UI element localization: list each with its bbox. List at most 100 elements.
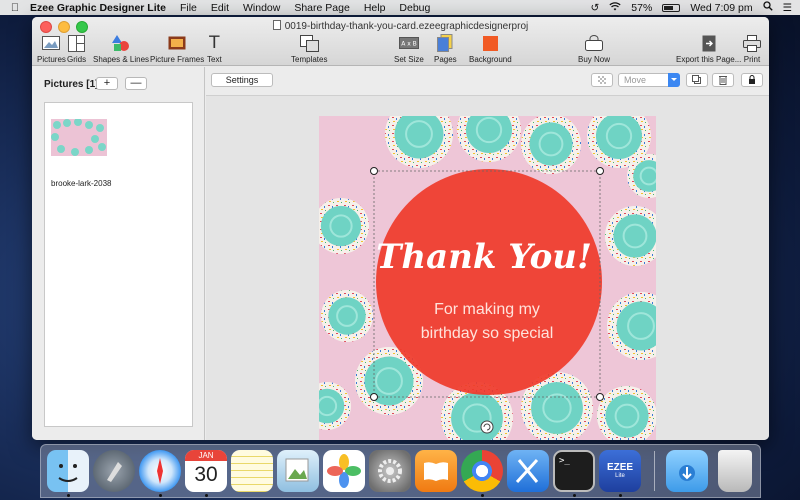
- calendar-month: JAN: [185, 450, 227, 461]
- text-label: Text: [207, 55, 222, 64]
- document-title: 0019-birthday-thank-you-card.ezeegraphic…: [32, 20, 769, 32]
- grids-tool[interactable]: Grids: [67, 33, 86, 64]
- templates-label: Templates: [291, 55, 328, 64]
- pages-icon: [437, 33, 453, 53]
- templates-tool[interactable]: Templates: [291, 33, 327, 64]
- canvas-toolbar: Settings Move: [206, 67, 769, 96]
- picture-thumbnail-label: brooke-lark-2038: [51, 179, 112, 188]
- calendar-icon[interactable]: JAN 30: [185, 450, 227, 492]
- settings-button[interactable]: Settings: [211, 73, 273, 87]
- set-size-tool[interactable]: A x B Set Size: [394, 33, 424, 64]
- tool-mode-select[interactable]: Move: [618, 73, 680, 87]
- duplicate-button[interactable]: [686, 73, 708, 87]
- add-picture-button[interactable]: +: [96, 77, 118, 90]
- menu-bar:  Ezee Graphic Designer Lite File Edit W…: [0, 0, 800, 15]
- menu-window[interactable]: Window: [243, 2, 280, 14]
- resize-handle-bottom-left: [370, 393, 378, 401]
- print-label: Print: [743, 55, 761, 64]
- lock-button[interactable]: [741, 73, 763, 87]
- ezee-app-icon[interactable]: EZEE Lite: [599, 450, 641, 492]
- photos-icon[interactable]: [323, 450, 365, 492]
- tool-mode-value: Move: [624, 75, 647, 85]
- shapes-tool[interactable]: Shapes & Lines: [93, 33, 149, 64]
- card-line-2: birthday so special: [421, 325, 554, 342]
- buy-now-tool[interactable]: Buy Now: [578, 33, 610, 64]
- running-indicator: [573, 494, 576, 497]
- delete-button[interactable]: [712, 73, 734, 87]
- dock: JAN 30 >_ EZEE Lite: [40, 444, 761, 498]
- finder-icon[interactable]: [47, 450, 89, 492]
- cupcake-frosting: [529, 122, 573, 166]
- cupcake-frosting: [605, 394, 649, 438]
- picture-list: brooke-lark-2038: [44, 102, 193, 427]
- clock[interactable]: Wed 7:09 pm: [690, 2, 752, 14]
- battery-icon[interactable]: [662, 3, 681, 12]
- safari-icon[interactable]: [139, 450, 181, 492]
- card-heading: Thank You!: [376, 237, 592, 277]
- battery-percent[interactable]: 57%: [631, 2, 652, 14]
- calendar-day: 30: [194, 463, 218, 486]
- trash-icon[interactable]: [718, 450, 752, 492]
- export-label: Export this Page...: [676, 55, 742, 64]
- wifi-icon[interactable]: [609, 1, 621, 14]
- background-tool[interactable]: Background: [469, 33, 512, 64]
- menu-edit[interactable]: Edit: [211, 2, 229, 14]
- ezee-app-sublabel: Lite: [615, 473, 625, 479]
- apple-menu-icon[interactable]: : [0, 2, 30, 14]
- transparency-button[interactable]: [591, 73, 613, 87]
- shopping-bag-icon: [585, 33, 603, 53]
- pictures-tool[interactable]: Pictures: [37, 33, 66, 64]
- xcode-icon[interactable]: [507, 450, 549, 492]
- grids-icon: [68, 33, 86, 53]
- export-icon: [702, 33, 716, 53]
- launchpad-icon[interactable]: [93, 450, 135, 492]
- ibooks-icon[interactable]: [415, 450, 457, 492]
- menu-share-page[interactable]: Share Page: [294, 2, 349, 14]
- notification-center-icon[interactable]: ☰: [783, 2, 792, 14]
- document-title-text: 0019-birthday-thank-you-card.ezeegraphic…: [284, 21, 529, 32]
- terminal-icon[interactable]: >_: [553, 450, 595, 492]
- cupcake-frosting: [531, 382, 583, 434]
- preview-icon[interactable]: [277, 450, 319, 492]
- menu-app-name[interactable]: Ezee Graphic Designer Lite: [30, 2, 166, 14]
- downloads-folder-icon[interactable]: [666, 450, 708, 492]
- card-line-1: For making my: [434, 301, 540, 318]
- print-tool[interactable]: Print: [743, 33, 761, 64]
- picture-frames-icon: [168, 33, 186, 53]
- time-machine-icon[interactable]: ↺: [590, 2, 599, 14]
- picture-frames-tool[interactable]: Picture Frames: [150, 33, 204, 64]
- card-artwork[interactable]: Thank You! For making my birthday so spe…: [319, 116, 656, 440]
- canvas-area: Settings Move Thank You! For making my b…: [206, 67, 769, 440]
- title-bar: 0019-birthday-thank-you-card.ezeegraphic…: [32, 17, 769, 66]
- design-page[interactable]: Thank You! For making my birthday so spe…: [319, 116, 656, 440]
- lock-icon: [749, 75, 755, 84]
- system-preferences-icon[interactable]: [369, 450, 411, 492]
- resize-handle-top-left: [370, 167, 378, 175]
- pictures-sidebar: Pictures [1] + — brooke-lark-2038: [32, 67, 205, 440]
- set-size-icon: A x B: [398, 33, 419, 53]
- spotlight-icon[interactable]: [762, 1, 773, 14]
- menu-help[interactable]: Help: [364, 2, 386, 14]
- grids-label: Grids: [67, 55, 87, 64]
- pages-tool[interactable]: Pages: [434, 33, 457, 64]
- pages-label: Pages: [434, 55, 457, 64]
- document-icon: [272, 20, 281, 30]
- chrome-icon[interactable]: [461, 450, 503, 492]
- resize-handle-bottom-right: [596, 393, 604, 401]
- export-tool[interactable]: Export this Page...: [676, 33, 741, 64]
- set-size-label: Set Size: [394, 55, 424, 64]
- cupcake-frosting: [613, 214, 656, 258]
- templates-icon: [299, 33, 319, 53]
- notes-icon[interactable]: [231, 450, 273, 492]
- menu-file[interactable]: File: [180, 2, 197, 14]
- buy-now-label: Buy Now: [578, 55, 611, 64]
- remove-picture-button[interactable]: —: [125, 77, 147, 90]
- picture-thumbnail[interactable]: [51, 119, 107, 156]
- running-indicator: [481, 494, 484, 497]
- text-tool[interactable]: T Text: [207, 33, 222, 64]
- svg-text:A x B: A x B: [401, 41, 417, 48]
- rotate-handle-icon: [480, 420, 494, 434]
- ezee-app-label: EZEE: [606, 462, 634, 473]
- menu-debug[interactable]: Debug: [399, 2, 430, 14]
- pictures-label: Pictures: [37, 55, 66, 64]
